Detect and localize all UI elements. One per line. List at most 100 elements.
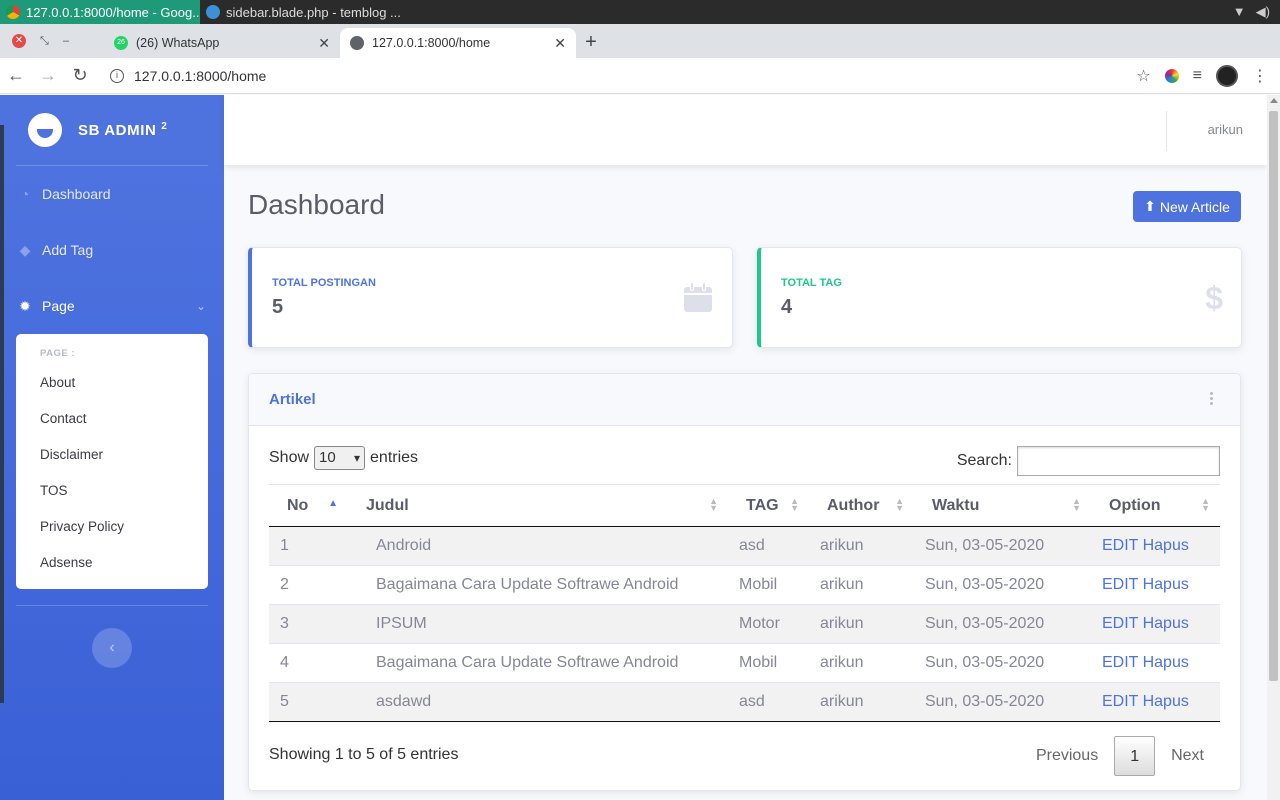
cell-option-links[interactable]: EDIT Hapus [1091, 682, 1220, 722]
cell-option-links[interactable]: EDIT Hapus [1091, 643, 1220, 683]
scrollbar-thumb[interactable] [1269, 111, 1278, 681]
cell-judul: Bagaimana Cara Update Softrawe Android [348, 565, 728, 605]
search-input[interactable] [1017, 446, 1220, 476]
system-tray: ▼ ◀) [1233, 4, 1280, 20]
column-header-tag[interactable]: TAG ▲ ▼ [728, 484, 809, 527]
url-text: 127.0.0.1:8000/home [134, 67, 267, 84]
tab-home[interactable]: 127.0.0.1:8000/home ✕ [340, 28, 576, 58]
upload-icon: ⬆ [1144, 198, 1156, 214]
web-page: SB ADMIN 2 ◔ Dashboard ◆ Add Tag ✹ Page … [0, 95, 1280, 800]
column-header-waktu[interactable]: Waktu ▲ ▼ [914, 484, 1091, 527]
menu-icon[interactable]: ⋮ [1252, 66, 1268, 86]
column-header-author[interactable]: Author ▲ ▼ [809, 484, 914, 527]
card-header: Artikel [249, 374, 1240, 426]
cell-judul: asdawd [348, 682, 728, 722]
sort-icon: ▲ ▼ [1072, 496, 1081, 513]
submenu-item-contact[interactable]: Contact [16, 401, 208, 437]
entries-label: entries [370, 449, 419, 466]
os-window-chrome[interactable]: 127.0.0.1:8000/home - Goog... [0, 0, 200, 24]
submenu-item-tos[interactable]: TOS [16, 473, 208, 509]
submenu-item-about[interactable]: About [16, 365, 208, 401]
previous-page-button[interactable]: Previous [1020, 736, 1114, 776]
cog-icon: ✹ [19, 298, 31, 314]
sort-icon: ▲ ▼ [1201, 496, 1210, 513]
chrome-icon [6, 5, 20, 19]
tachometer-icon: ◔ [20, 186, 30, 202]
reload-icon[interactable]: ↻ [64, 65, 96, 86]
stat-card-postingan: TOTAL POSTINGAN 5 [248, 247, 733, 348]
cell-tag: asd [728, 682, 809, 722]
cell-judul: Bagaimana Cara Update Softrawe Android [348, 643, 728, 683]
cell-option-links[interactable]: EDIT Hapus [1091, 526, 1220, 566]
volume-icon[interactable]: ◀) [1256, 4, 1270, 20]
entries-select[interactable]: 10 [314, 446, 366, 470]
table-row: 1 Android asd arikun Sun, 03-05-2020 EDI… [269, 526, 1220, 566]
page-title: Dashboard [248, 189, 385, 220]
cell-option-links[interactable]: EDIT Hapus [1091, 565, 1220, 605]
cell-tag: Motor [728, 604, 809, 644]
sort-asc-icon: ▲ [328, 498, 338, 509]
card-title: Artikel [269, 391, 316, 408]
search-label: Search: [956, 452, 1012, 469]
back-icon[interactable]: ← [0, 65, 32, 86]
submenu-item-privacy-policy[interactable]: Privacy Policy [16, 509, 208, 545]
submenu-item-adsense[interactable]: Adsense [16, 545, 208, 581]
sidebar-item-label: Dashboard [42, 186, 111, 202]
submenu-header: PAGE : [40, 348, 76, 359]
ellipsis-vertical-icon[interactable] [1210, 392, 1214, 407]
new-tab-button[interactable]: + [576, 28, 606, 58]
restore-window-icon[interactable]: ⤡ [40, 35, 49, 48]
cell-waktu: Sun, 03-05-2020 [914, 682, 1091, 722]
cell-tag: asd [728, 526, 809, 566]
sidebar-item-dashboard[interactable]: ◔ Dashboard [0, 166, 224, 222]
color-extension-icon[interactable] [1164, 68, 1179, 83]
table-info: Showing 1 to 5 of 5 entries [269, 746, 459, 763]
column-header-judul[interactable]: Judul ▲ ▼ [348, 484, 728, 527]
table-row: 4 Bagaimana Cara Update Softrawe Android… [269, 643, 1220, 683]
minimize-window-icon[interactable]: – [63, 35, 69, 47]
wifi-icon[interactable]: ▼ [1233, 4, 1246, 20]
whatsapp-icon: 26 [114, 36, 128, 50]
profile-avatar[interactable] [1216, 64, 1238, 87]
cell-no: 3 [269, 604, 348, 644]
close-tab-icon[interactable]: ✕ [318, 35, 330, 52]
os-window-editor[interactable]: sidebar.blade.php - temblog ... [200, 0, 400, 24]
pagination: Previous 1 Next [1020, 736, 1220, 776]
artikel-card: Artikel Show 10 entries Search: No▲ [248, 373, 1241, 791]
submenu-item-disclaimer[interactable]: Disclaimer [16, 437, 208, 473]
topbar-divider [1166, 111, 1167, 151]
star-icon[interactable]: ☆ [1136, 66, 1150, 86]
cell-author: arikun [809, 604, 914, 644]
sidebar-edge [0, 125, 4, 703]
cell-option-links[interactable]: EDIT Hapus [1091, 604, 1220, 644]
globe-icon [350, 36, 364, 50]
sidebar-item-add-tag[interactable]: ◆ Add Tag [0, 222, 224, 278]
tab-whatsapp[interactable]: 26 (26) WhatsApp ✕ [104, 28, 340, 58]
close-window-icon[interactable]: ✕ [12, 34, 26, 48]
next-page-button[interactable]: Next [1155, 736, 1220, 776]
cell-tag: Mobil [728, 643, 809, 683]
scroll-up-icon[interactable] [1270, 98, 1278, 103]
forward-icon[interactable]: → [32, 65, 64, 86]
sidebar-item-page[interactable]: ✹ Page ⌄ [0, 278, 224, 334]
os-taskbar: 127.0.0.1:8000/home - Goog... sidebar.bl… [0, 0, 1280, 24]
tab-title: 127.0.0.1:8000/home [372, 36, 491, 50]
close-tab-icon[interactable]: ✕ [554, 35, 566, 52]
sidebar-brand[interactable]: SB ADMIN 2 [0, 95, 224, 165]
address-bar[interactable]: i 127.0.0.1:8000/home [102, 62, 1130, 90]
page-1-button[interactable]: 1 [1114, 736, 1156, 776]
new-article-button[interactable]: ⬆ New Article [1133, 191, 1241, 222]
sidebar-toggle-button[interactable]: ‹ [92, 628, 132, 668]
cell-author: arikun [809, 565, 914, 605]
user-dropdown[interactable]: arikun [1208, 122, 1243, 137]
column-header-option[interactable]: Option ▲ ▼ [1091, 484, 1220, 527]
column-header-no[interactable]: No ▲ [269, 484, 348, 527]
browser-tabstrip: ✕ ⤡ – 26 (26) WhatsApp ✕ 127.0.0.1:8000/… [0, 24, 1280, 58]
os-window-title: 127.0.0.1:8000/home - Goog... [26, 4, 200, 20]
info-icon[interactable]: i [110, 68, 124, 83]
media-icon[interactable]: ≡ [1193, 67, 1202, 85]
tab-title: (26) WhatsApp [136, 36, 220, 50]
page-scrollbar[interactable] [1267, 95, 1280, 800]
page-submenu: PAGE : About Contact Disclaimer TOS Priv… [16, 334, 208, 589]
tag-icon: ◆ [19, 242, 31, 258]
